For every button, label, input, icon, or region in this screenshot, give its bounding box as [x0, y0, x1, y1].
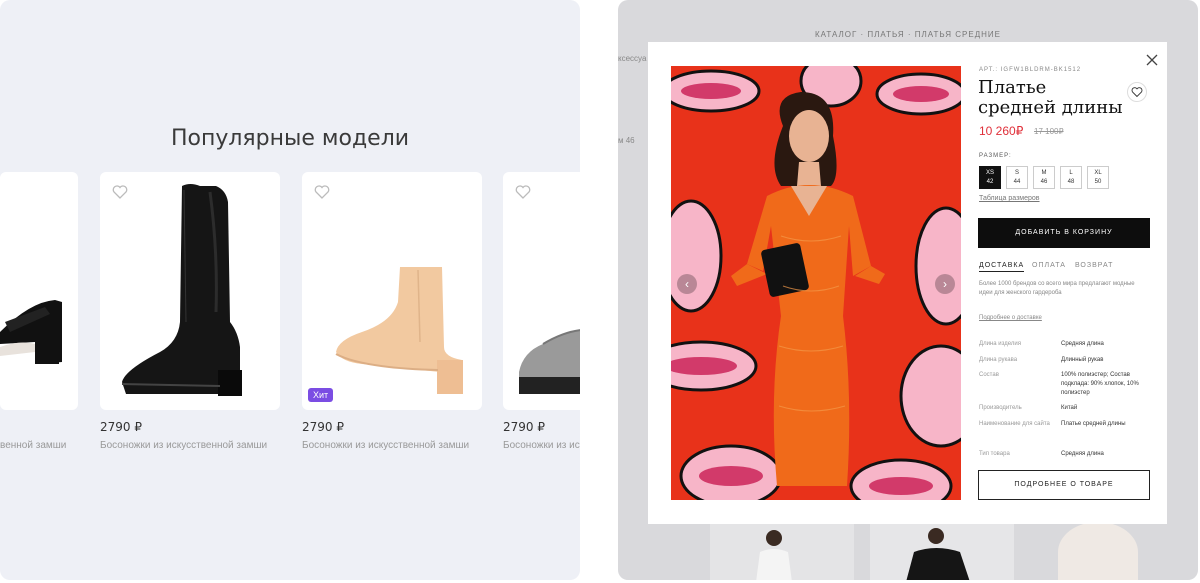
ankle-boot-image: [335, 267, 463, 394]
product-description[interactable]: Босоножки из искус: [503, 440, 580, 451]
product-card[interactable]: Хит: [302, 172, 482, 410]
product-price: 2790 ₽: [302, 420, 344, 434]
size-name: S: [1014, 170, 1019, 176]
product-title: Платье средней длины: [978, 77, 1123, 118]
tab-delivery[interactable]: ДОСТАВКА: [979, 262, 1025, 272]
attribute-value: Средняя длина: [1061, 341, 1104, 347]
attribute-value: 100% полиэстер; Состав подклада: 90% хло…: [1061, 372, 1139, 396]
size-name: L: [1069, 170, 1073, 176]
product-description[interactable]: Босоножки из искусственной замши: [100, 440, 267, 451]
product-card[interactable]: [503, 172, 580, 410]
boot-image: [121, 184, 242, 396]
model-thumbnail-image: [906, 528, 970, 580]
attribute-key: Состав: [979, 372, 999, 378]
size-number: 48: [1067, 179, 1075, 185]
hit-badge: Хит: [308, 388, 334, 402]
product-description: венной замши: [0, 440, 67, 451]
size-number: 44: [1013, 179, 1021, 185]
product-price: 10 260₽: [979, 124, 1024, 138]
sandal-image: [0, 300, 62, 364]
background-product-thumbnail[interactable]: [1058, 522, 1138, 580]
popular-section: Популярные модели венной замши 2790 ₽ Бо…: [0, 0, 580, 580]
product-card[interactable]: [100, 172, 280, 410]
next-arrow-icon[interactable]: ›: [935, 274, 955, 294]
shipping-more-link[interactable]: Подробнее о доставке: [979, 315, 1042, 321]
size-option-s[interactable]: S 44: [1006, 166, 1028, 189]
size-option-m[interactable]: M 46: [1033, 166, 1055, 189]
sidebar-item[interactable]: ксессуа: [618, 54, 646, 63]
product-old-price: 17 100₽: [1034, 127, 1064, 136]
size-table-link[interactable]: Таблица размеров: [979, 195, 1040, 202]
add-to-cart-button[interactable]: ДОБАВИТЬ В КОРЗИНУ: [978, 218, 1150, 248]
size-name: XS: [985, 170, 994, 176]
heart-icon[interactable]: [1127, 82, 1147, 102]
attribute-key: Длина рукава: [979, 357, 1018, 363]
size-name: M: [1041, 170, 1047, 176]
attribute-key: Тип товара: [979, 451, 1010, 457]
background-product-thumbnail[interactable]: [710, 522, 854, 580]
sneaker-image: [519, 329, 580, 394]
size-label: РАЗМЕР:: [979, 153, 1012, 159]
product-price: 2790 ₽: [503, 420, 545, 434]
product-price: 2790 ₽: [100, 420, 142, 434]
dress-model-image: [671, 66, 961, 500]
size-number: 50: [1094, 179, 1102, 185]
product-photo: ‹ ›: [671, 66, 961, 500]
attribute-value: Китай: [1061, 405, 1078, 411]
attribute-value: Длинный рукав: [1061, 357, 1104, 363]
product-details-button[interactable]: ПОДРОБНЕЕ О ТОВАРЕ: [978, 470, 1150, 500]
tab-return[interactable]: ВОЗВРАТ: [1075, 262, 1113, 269]
product-sku: АРТ.: IGFW1BLDRM-BK1512: [979, 67, 1082, 73]
size-option-xs[interactable]: XS 42: [979, 166, 1001, 189]
breadcrumb[interactable]: КАТАЛОГ · ПЛАТЬЯ · ПЛАТЬЯ СРЕДНИЕ: [618, 30, 1198, 39]
product-card[interactable]: [0, 172, 78, 410]
size-number: 46: [1040, 179, 1048, 185]
section-title: Популярные модели: [170, 126, 410, 151]
size-number: 42: [986, 179, 994, 185]
background-product-thumbnail[interactable]: [870, 522, 1014, 580]
sidebar-item[interactable]: м 46: [618, 136, 635, 145]
size-option-xl[interactable]: XL 50: [1087, 166, 1109, 189]
shipping-text: Более 1000 брендов со всего мира предлаг…: [979, 281, 1135, 296]
size-option-l[interactable]: L 48: [1060, 166, 1082, 189]
product-description[interactable]: Босоножки из искусственной замши: [302, 440, 469, 451]
size-name: XL: [1094, 170, 1102, 176]
attribute-key: Наименование для сайта: [979, 421, 1050, 427]
prev-arrow-icon[interactable]: ‹: [677, 274, 697, 294]
attribute-value: Средняя длина: [1061, 451, 1104, 457]
attribute-key: Длина изделия: [979, 341, 1021, 347]
tab-payment[interactable]: ОПЛАТА: [1032, 262, 1066, 269]
attribute-key: Производитель: [979, 405, 1022, 411]
model-thumbnail-image: [756, 530, 792, 580]
attribute-value: Платье средней длины: [1061, 421, 1126, 427]
close-icon[interactable]: [1146, 54, 1158, 66]
